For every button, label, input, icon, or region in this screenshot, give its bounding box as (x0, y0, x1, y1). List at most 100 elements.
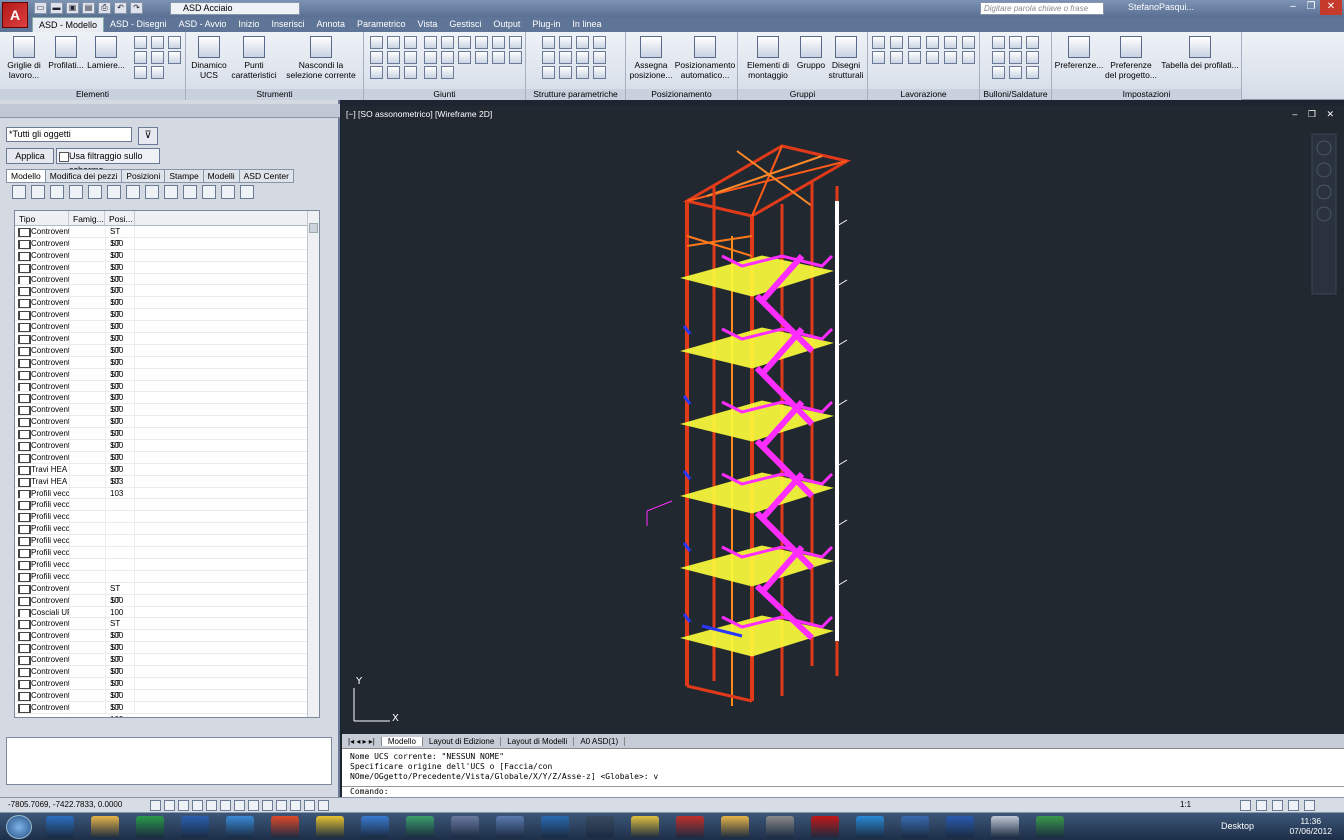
panel-title[interactable]: Strutture parametriche (526, 89, 625, 100)
tool-icon[interactable] (168, 51, 181, 64)
tab-modello[interactable]: Modello (6, 169, 46, 183)
apply-button[interactable]: Applica (6, 148, 54, 164)
structure-icon[interactable] (542, 51, 555, 64)
tab-gestisci[interactable]: Gestisci (443, 17, 487, 32)
tab-posizioni[interactable]: Posizioni (121, 169, 166, 183)
weld-icon[interactable] (992, 66, 1005, 79)
tool-icon[interactable] (134, 36, 147, 49)
col-famiglia[interactable]: Famig... (69, 211, 105, 225)
dyn-icon[interactable] (248, 800, 259, 811)
polar-icon[interactable] (192, 800, 203, 811)
tab-modelli[interactable]: Modelli (202, 169, 240, 183)
table-row[interactable]: Controvent ST 100 (15, 416, 319, 438)
filter-type-icon[interactable] (126, 185, 140, 199)
joint-icon[interactable] (387, 66, 400, 79)
joint-icon[interactable] (370, 66, 383, 79)
model-icon[interactable] (318, 800, 329, 811)
model-viewport[interactable]: [−] [SO assonometrico] [Wireframe 2D] – … (342, 106, 1344, 734)
machining-icon[interactable] (872, 36, 885, 49)
machining-icon[interactable] (908, 51, 921, 64)
table-row[interactable]: Controvent ST 100 (15, 451, 319, 474)
table-row[interactable]: Controvent ST 100 (15, 642, 319, 664)
table-row[interactable]: Travi HEA ST 103 (15, 463, 319, 486)
tab-annota[interactable]: Annota (310, 17, 351, 32)
taskbar-app-icon[interactable] (226, 816, 254, 838)
table-row[interactable]: Profili vecc (15, 499, 319, 512)
tab-stampe[interactable]: Stampe (164, 169, 204, 183)
tab-in-linea[interactable]: In linea (566, 17, 607, 32)
structure-icon[interactable] (559, 66, 572, 79)
table-row[interactable]: Controvent ST 100 (15, 404, 319, 426)
search-input[interactable]: Digitare parola chiave o frase (980, 2, 1104, 15)
structure-icon[interactable] (542, 66, 555, 79)
posizionamento-automatico-button[interactable]: Posizionamento automatico... (674, 36, 736, 80)
taskbar-app-icon[interactable] (631, 816, 659, 838)
structure-icon[interactable] (576, 66, 589, 79)
structure-icon[interactable] (559, 51, 572, 64)
tpy-icon[interactable] (276, 800, 287, 811)
joint-icon[interactable] (424, 66, 437, 79)
tool-icon[interactable] (134, 66, 147, 79)
table-row[interactable]: Controvent ST 100 (15, 249, 319, 272)
weld-icon[interactable] (1009, 51, 1022, 64)
taskbar-app-icon[interactable] (766, 816, 794, 838)
table-row[interactable]: Controvent ST 100 (15, 618, 319, 640)
bolt-icon[interactable] (992, 51, 1005, 64)
joint-icon[interactable] (441, 51, 454, 64)
tab-asd-center[interactable]: ASD Center (238, 169, 294, 183)
weld-icon[interactable] (1009, 66, 1022, 79)
table-row[interactable]: Travi HEA ST 103 (15, 475, 319, 498)
filter-type-icon[interactable] (145, 185, 159, 199)
nav-bar[interactable] (1311, 133, 1337, 295)
joint-icon[interactable] (370, 51, 383, 64)
annotation-scale[interactable]: 1:1 (1180, 798, 1191, 812)
filter-type-icon[interactable] (183, 185, 197, 199)
tab-asd-disegni[interactable]: ASD - Disegni (104, 17, 173, 32)
tab-inizio[interactable]: Inizio (232, 17, 265, 32)
taskbar-app-icon[interactable] (901, 816, 929, 838)
table-row[interactable]: Controvent ST 100 (15, 677, 319, 700)
gruppo-button[interactable]: Gruppo (796, 36, 826, 70)
joint-icon[interactable] (404, 66, 417, 79)
joint-icon[interactable] (475, 36, 488, 49)
user-name[interactable]: StefanoPasqui... (1128, 2, 1194, 12)
desktop-toolbar[interactable]: Desktop (1221, 821, 1254, 831)
table-row[interactable]: Controvent ST 100 (15, 582, 319, 605)
machining-icon[interactable] (962, 51, 975, 64)
filter-type-icon[interactable] (50, 185, 64, 199)
filter-type-icon[interactable] (12, 185, 26, 199)
profilati-button[interactable]: Profilati... (46, 36, 86, 70)
weld-icon[interactable] (1026, 51, 1039, 64)
table-row[interactable]: Profili vecc (15, 511, 319, 524)
joint-icon[interactable] (424, 51, 437, 64)
disegni-strutturali-button[interactable]: Disegni strutturali (826, 36, 866, 80)
col-posizione[interactable]: Posi... (105, 211, 135, 225)
joint-icon[interactable] (387, 51, 400, 64)
table-row[interactable]: Controvent ST 100 (15, 428, 319, 450)
snap-icon[interactable] (150, 800, 161, 811)
lineweight-icon[interactable] (262, 800, 273, 811)
taskbar-app-icon[interactable] (1036, 816, 1064, 838)
filter-type-icon[interactable] (221, 185, 235, 199)
bolt-icon[interactable] (1009, 36, 1022, 49)
tab-parametrico[interactable]: Parametrico (351, 17, 412, 32)
taskbar-app-icon[interactable] (676, 816, 704, 838)
joint-icon[interactable] (458, 51, 471, 64)
panel-title[interactable]: Posizionamento (626, 89, 737, 100)
nascondi-selezione-button[interactable]: Nascondi la selezione corrente (282, 36, 360, 80)
joint-icon[interactable] (387, 36, 400, 49)
undo-icon[interactable]: ↶ (114, 2, 127, 14)
ducs-icon[interactable] (234, 800, 245, 811)
structure-icon[interactable] (576, 36, 589, 49)
ortho-icon[interactable] (178, 800, 189, 811)
lock-icon[interactable] (1256, 800, 1267, 811)
panel-title[interactable]: Bulloni/Saldature (980, 89, 1051, 100)
taskbar-app-icon[interactable] (46, 816, 74, 838)
bolt-icon[interactable] (992, 36, 1005, 49)
print-icon[interactable]: ⎙ (98, 2, 111, 14)
table-row[interactable]: Controvent ST 100 (15, 309, 319, 331)
lamiere-button[interactable]: Lamiere... (86, 36, 126, 70)
machining-icon[interactable] (908, 36, 921, 49)
table-row[interactable]: Controvent ST 100 (15, 630, 319, 652)
table-row[interactable]: Controvent ST 100 (15, 594, 319, 617)
